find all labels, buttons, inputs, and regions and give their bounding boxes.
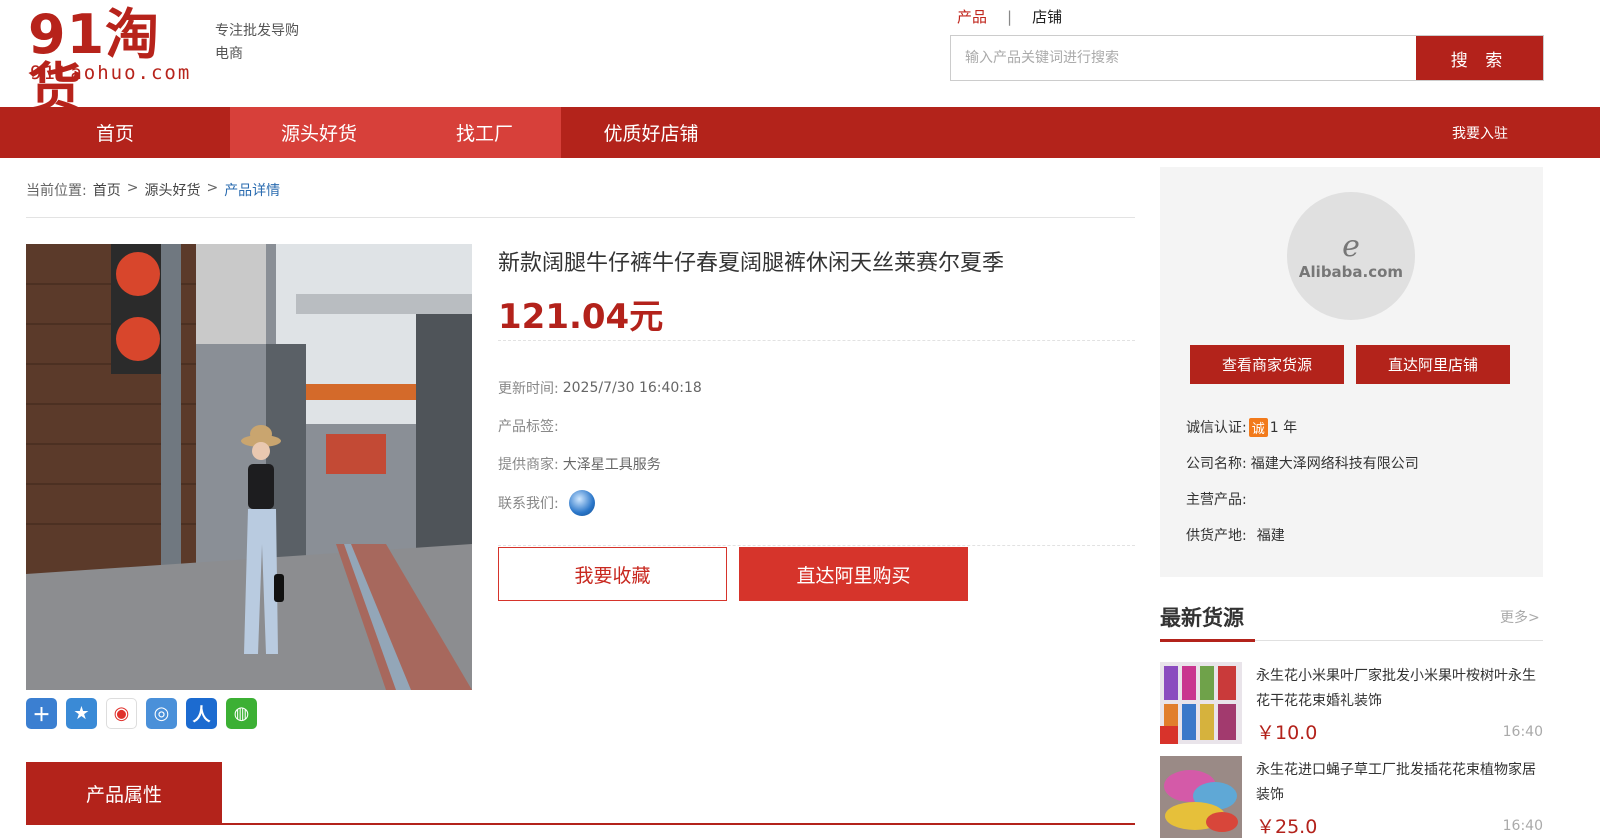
buy-on-alibaba-button[interactable]: 直达阿里购买 [739, 547, 968, 601]
divider [26, 217, 1135, 218]
header: 91淘货 91taohuo.com 专注批发导购 电商 产品 | 店铺 搜 索 [0, 0, 1600, 116]
supplier-value[interactable]: 大泽星工具服务 [563, 454, 661, 474]
item-time: 16:40 [1502, 724, 1543, 740]
breadcrumb: 当前位置: 首页 > 源头好货 > 产品详情 [26, 180, 280, 200]
slogan-line1: 专注批发导购 [215, 23, 299, 39]
search-tab-shop[interactable]: 店铺 [1032, 6, 1062, 27]
update-value: 2025/7/30 16:40:18 [562, 380, 702, 396]
item-price: ￥25.0 [1256, 816, 1318, 838]
item-thumbnail-svg [1160, 756, 1242, 838]
visit-ali-shop-button[interactable]: 直达阿里店铺 [1356, 345, 1510, 384]
plus-share-icon[interactable]: ＋ [26, 698, 57, 729]
nav-item-quality-shops[interactable]: 优质好店铺 [561, 107, 741, 158]
info-supplier: 提供商家: 大泽星工具服务 [498, 454, 661, 474]
tencent-weibo-icon[interactable]: ◎ [146, 698, 177, 729]
site-logo[interactable]: 91淘货 91taohuo.com [28, 8, 203, 116]
product-photo[interactable] [26, 244, 472, 690]
breadcrumb-current: 产品详情 [224, 183, 281, 199]
info-tags: 产品标签: [498, 416, 563, 436]
item-time: 16:40 [1502, 818, 1543, 834]
nav-item-find-factory[interactable]: 找工厂 [408, 107, 561, 158]
join-link[interactable]: 我要入驻 [1452, 107, 1508, 158]
breadcrumb-label: 当前位置: [26, 183, 87, 199]
list-item[interactable]: 永生花小米果叶厂家批发小米果叶桉树叶永生花干花花束婚礼装饰 ￥10.0 16:4… [1160, 662, 1543, 746]
nav-item-source-goods[interactable]: 源头好货 [230, 107, 408, 158]
alibaba-logo: e Alibaba.com [1287, 192, 1415, 320]
tab-underline [26, 823, 1135, 825]
share-bar: ＋ ★ ◉ ◎ 人 ◍ [26, 698, 257, 729]
breadcrumb-home[interactable]: 首页 [93, 180, 121, 200]
list-item[interactable]: 永生花进口蝇子草工厂批发插花花束植物家居装饰 ￥25.0 16:40 [1160, 756, 1543, 840]
weibo-icon[interactable]: ◉ [106, 698, 137, 729]
renren-icon[interactable]: 人 [186, 698, 217, 729]
product-price: 121.04元 [498, 297, 664, 337]
divider [498, 545, 1135, 546]
item-thumbnail[interactable] [1160, 662, 1242, 744]
product-photo-svg [26, 244, 472, 690]
alibaba-logo-text: Alibaba.com [1298, 263, 1404, 281]
breadcrumb-separator: > [126, 180, 139, 196]
divider [498, 340, 1135, 341]
update-label: 更新时间: [498, 381, 559, 397]
origin-value: 福建 [1256, 528, 1285, 544]
credit-label: 诚信认证: [1186, 420, 1247, 436]
seller-main-products: 主营产品: [1186, 489, 1251, 509]
item-thumbnail-svg [1160, 662, 1242, 744]
breadcrumb-category[interactable]: 源头好货 [144, 180, 200, 200]
search-box: 搜 索 [950, 35, 1544, 81]
search-input[interactable] [951, 36, 1416, 80]
slogan: 专注批发导购 电商 [215, 20, 315, 66]
tab-product-attributes[interactable]: 产品属性 [26, 762, 222, 825]
item-name[interactable]: 永生花小米果叶厂家批发小米果叶桉树叶永生花干花花束婚礼装饰 [1256, 664, 1546, 714]
tags-label: 产品标签: [498, 419, 559, 435]
product-title: 新款阔腿牛仔裤牛仔春夏阔腿裤休闲天丝莱赛尔夏季 [498, 251, 1005, 276]
alibaba-mark-icon: e [1342, 229, 1360, 264]
item-thumbnail[interactable] [1160, 756, 1242, 838]
slogan-line2: 电商 [215, 46, 243, 62]
credit-value: 1 年 [1269, 420, 1298, 436]
contact-label: 联系我们: [498, 496, 559, 512]
qq-contact-icon[interactable] [568, 490, 595, 516]
item-name[interactable]: 永生花进口蝇子草工厂批发插花花束植物家居装饰 [1256, 758, 1546, 808]
star-share-icon[interactable]: ★ [66, 698, 97, 729]
search-tabs: 产品 | 店铺 [957, 6, 1062, 27]
supplier-label: 提供商家: [498, 457, 559, 473]
search-button[interactable]: 搜 索 [1416, 36, 1543, 80]
company-label: 公司名称: [1186, 456, 1247, 472]
title-underline [1160, 639, 1255, 642]
origin-label: 供货产地: [1186, 528, 1247, 544]
seller-credit: 诚信认证: 诚 1 年 [1186, 417, 1297, 437]
seller-origin: 供货产地: 福建 [1186, 525, 1285, 545]
view-seller-goods-button[interactable]: 查看商家货源 [1190, 345, 1344, 384]
credit-badge-icon: 诚 [1248, 417, 1268, 437]
seller-company: 公司名称: 福建大泽网络科技有限公司 [1186, 453, 1419, 473]
favorite-button[interactable]: 我要收藏 [498, 547, 727, 601]
search-tab-product[interactable]: 产品 [957, 6, 987, 27]
breadcrumb-separator: > [206, 180, 219, 196]
seller-card: e Alibaba.com 查看商家货源 直达阿里店铺 诚信认证: 诚 1 年 … [1160, 167, 1543, 577]
main-products-label: 主营产品: [1186, 492, 1247, 508]
info-update-time: 更新时间: 2025/7/30 16:40:18 [498, 378, 702, 398]
company-value: 福建大泽网络科技有限公司 [1250, 456, 1419, 472]
search-tab-separator: | [1007, 7, 1013, 26]
logo-domain: 91taohuo.com [30, 62, 192, 84]
latest-more-link[interactable]: 更多> [1500, 607, 1540, 627]
item-price: ￥10.0 [1256, 722, 1318, 744]
main-nav: 首页 源头好货 找工厂 优质好店铺 我要入驻 [0, 107, 1600, 158]
latest-goods-title: 最新货源 [1160, 606, 1244, 630]
nav-item-home[interactable]: 首页 [0, 107, 230, 158]
wechat-icon[interactable]: ◍ [226, 698, 257, 729]
info-contact: 联系我们: [498, 490, 595, 516]
